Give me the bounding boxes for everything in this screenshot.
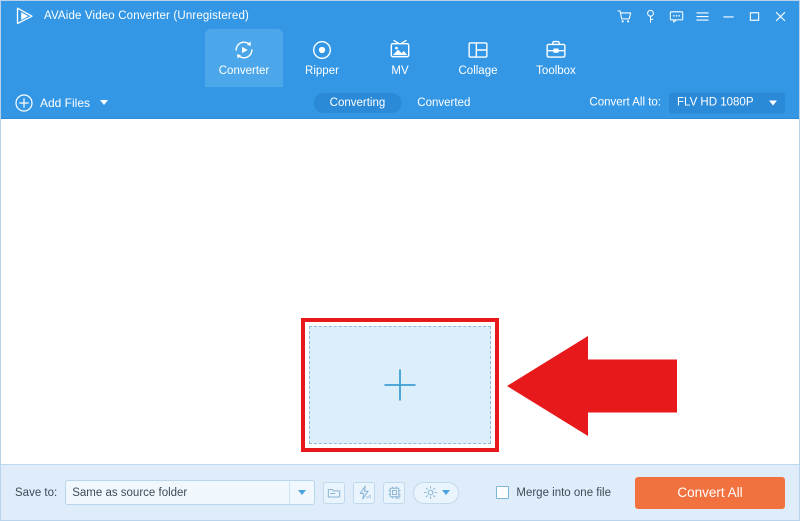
svg-text:off: off <box>395 495 401 500</box>
plus-circle-icon <box>15 93 33 112</box>
convert-all-to-select[interactable]: FLV HD 1080P <box>669 92 785 113</box>
segment-converted[interactable]: Converted <box>401 93 486 113</box>
header: AVAide Video Converter (Unregistered) Co… <box>1 1 799 87</box>
save-to-value: Same as source folder <box>72 486 188 499</box>
tab-mv[interactable]: MV <box>361 29 439 87</box>
chevron-down-icon <box>441 490 450 495</box>
save-to-select[interactable]: Same as source folder <box>65 480 316 505</box>
tab-converter-label: Converter <box>218 65 270 77</box>
key-icon[interactable] <box>637 3 663 29</box>
tab-converter[interactable]: Converter <box>205 29 283 87</box>
chevron-down-icon[interactable] <box>100 100 109 105</box>
tab-toolbox-label: Toolbox <box>536 65 576 77</box>
app-title: AVAide Video Converter (Unregistered) <box>44 10 249 22</box>
tab-ripper[interactable]: Ripper <box>283 29 361 87</box>
chevron-down-icon <box>769 100 777 105</box>
title-bar: AVAide Video Converter (Unregistered) <box>1 1 799 31</box>
save-to-dropdown-button[interactable] <box>289 481 314 504</box>
convert-all-button[interactable]: Convert All <box>635 476 785 509</box>
menu-icon[interactable] <box>689 3 715 29</box>
maximize-icon[interactable] <box>741 3 767 29</box>
tab-ripper-label: Ripper <box>305 65 339 77</box>
convert-all-to-label: Convert All to: <box>589 96 661 109</box>
dropzone-highlight <box>301 318 499 452</box>
left-arrow-annotation <box>505 334 677 438</box>
save-to-label: Save to: <box>15 486 58 499</box>
chevron-down-icon <box>298 490 307 495</box>
minimize-icon[interactable] <box>715 3 741 29</box>
convert-circular-arrow-icon <box>232 38 256 62</box>
add-files-button[interactable]: Add Files <box>15 93 109 112</box>
footer-bar: Save to: Same as source folder off off M… <box>1 464 799 520</box>
photo-frame-icon <box>388 38 412 62</box>
tab-toolbox[interactable]: Toolbox <box>517 29 595 87</box>
app-logo-group: AVAide Video Converter (Unregistered) <box>15 6 249 26</box>
close-icon[interactable] <box>767 3 793 29</box>
tab-collage-label: Collage <box>458 65 498 77</box>
tab-collage[interactable]: Collage <box>439 29 517 87</box>
merge-into-one-file-option[interactable]: Merge into one file <box>496 486 611 499</box>
plus-icon <box>381 366 419 404</box>
app-window: AVAide Video Converter (Unregistered) Co… <box>0 0 800 521</box>
sub-toolbar: Add Files Converting Converted Convert A… <box>1 87 799 119</box>
hardware-acceleration-off-icon[interactable]: off <box>383 481 406 504</box>
segment-converting[interactable]: Converting <box>313 92 402 113</box>
tab-mv-label: MV <box>391 65 409 77</box>
svg-text:off: off <box>365 495 371 500</box>
convert-all-to-group: Convert All to: FLV HD 1080P <box>589 92 785 113</box>
status-segmented-control: Converting Converted <box>313 92 487 113</box>
add-media-dropzone[interactable] <box>309 326 491 444</box>
cart-icon[interactable] <box>611 3 637 29</box>
feedback-icon[interactable] <box>663 3 689 29</box>
play-triangle-logo-icon <box>15 6 35 26</box>
main-content: Click here to add media files or drag th… <box>1 119 799 490</box>
grid-layout-icon <box>466 38 490 62</box>
preferences-gear-icon[interactable] <box>413 481 460 504</box>
main-navigation: Converter Ripper MV Collage Toolbox <box>1 29 799 87</box>
convert-all-to-value: FLV HD 1080P <box>677 96 754 109</box>
window-controls <box>611 3 793 29</box>
merge-label: Merge into one file <box>516 486 611 499</box>
disc-icon <box>310 38 334 62</box>
fast-conversion-off-icon[interactable]: off <box>353 481 376 504</box>
merge-checkbox[interactable] <box>496 486 510 499</box>
add-files-label: Add Files <box>40 95 91 110</box>
open-folder-icon[interactable] <box>323 481 346 504</box>
toolbox-icon <box>544 38 568 62</box>
